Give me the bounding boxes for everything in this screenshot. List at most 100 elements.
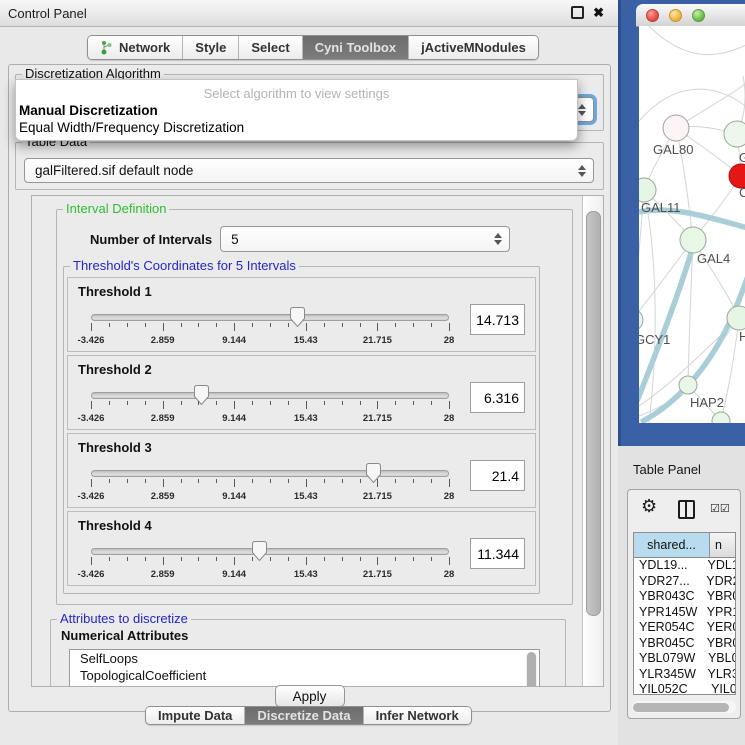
slider-tick <box>449 323 450 331</box>
attributes-group: Attributes to discretize Numerical Attri… <box>50 619 566 686</box>
threshold-slider[interactable]: -3.4262.8599.14415.4321.71528 <box>84 384 456 428</box>
threshold-box: Threshold 3 -3.4262.8599.14415.4321.7152… <box>67 433 536 508</box>
tab-cyni-toolbox[interactable]: Cyni Toolbox <box>302 36 408 59</box>
cell-name[interactable]: YBR0 <box>700 636 735 652</box>
tab-infer-network[interactable]: Infer Network <box>363 707 471 724</box>
table-horizontal-scrollbar[interactable] <box>632 701 736 713</box>
network-canvas[interactable]: GAL80GCGAL11GAL4GCY1HHAP2 <box>639 26 745 423</box>
cell-name[interactable]: YIL0 <box>704 682 735 695</box>
tab-style[interactable]: Style <box>182 36 238 59</box>
gear-icon[interactable]: ⚙ <box>641 496 657 517</box>
list-scrollbar[interactable] <box>526 652 537 686</box>
apply-button[interactable]: Apply <box>275 685 345 707</box>
network-node-gal80[interactable] <box>663 115 689 141</box>
table-row[interactable]: YER054CYER0 <box>634 620 735 636</box>
table-row[interactable]: YDR27...YDR2 <box>634 574 735 590</box>
table-horizontal-scrollbar-thumb[interactable] <box>633 703 729 712</box>
numerical-attribute-item[interactable]: TopologicalCoefficient <box>70 667 539 684</box>
slider-tick <box>288 479 289 483</box>
slider-tick <box>127 557 128 561</box>
table-row[interactable]: YIL052CYIL0 <box>634 682 735 695</box>
numerical-attribute-item[interactable]: SelfLoops <box>70 650 539 667</box>
network-node-gal4[interactable] <box>680 227 706 253</box>
cell-name[interactable]: YER0 <box>700 620 735 636</box>
cell-name[interactable]: YBL0 <box>701 651 735 667</box>
threshold-slider[interactable]: -3.4262.8599.14415.4321.71528 <box>84 540 456 584</box>
float-window-icon[interactable] <box>571 6 584 19</box>
network-node-gcy1[interactable] <box>639 309 643 331</box>
zoom-traffic-light-icon[interactable] <box>692 9 705 22</box>
number-of-intervals-combo[interactable]: 5 <box>220 226 510 252</box>
slider-track[interactable] <box>91 470 449 477</box>
cell-name[interactable]: YDR2 <box>699 574 735 590</box>
table-toolbar: ⚙ ☑☑ <box>628 490 740 530</box>
cell-shared-name[interactable]: YBR043C <box>634 589 700 605</box>
threshold-slider[interactable]: -3.4262.8599.14415.4321.71528 <box>84 306 456 350</box>
cell-shared-name[interactable]: YDL19... <box>634 558 701 574</box>
slider-track[interactable] <box>91 392 449 399</box>
numerical-attributes-list[interactable]: SelfLoopsTopologicalCoefficientBetweenne… <box>69 649 540 686</box>
network-window-titlebar[interactable] <box>636 4 745 27</box>
tab-network[interactable]: Network <box>88 36 182 59</box>
tab-select[interactable]: Select <box>238 36 301 59</box>
slider-tick <box>342 557 343 561</box>
network-node-g[interactable] <box>724 121 745 147</box>
table-row[interactable]: YBL079WYBL0 <box>634 651 735 667</box>
select-columns-checkboxes-icon[interactable]: ☑☑ <box>710 502 730 515</box>
threshold-value-field[interactable] <box>470 304 525 335</box>
table-row[interactable]: YLR345WYLR3 <box>634 667 735 683</box>
node-table[interactable]: shared... n YDL19...YDL1YDR27...YDR2YBR0… <box>633 532 736 695</box>
cell-shared-name[interactable]: YER054C <box>634 620 700 636</box>
slider-scale-label: 21.715 <box>363 335 392 346</box>
network-node-label: GCY1 <box>639 332 670 347</box>
table-row[interactable]: YDL19...YDL1 <box>634 558 735 574</box>
close-icon[interactable]: ✖ <box>593 6 604 19</box>
slider-tick <box>413 557 414 561</box>
slider-track[interactable] <box>91 314 449 321</box>
cell-name[interactable]: YBR0 <box>700 589 735 605</box>
cell-shared-name[interactable]: YDR27... <box>634 574 699 590</box>
cell-shared-name[interactable]: YBL079W <box>634 651 701 667</box>
table-row[interactable]: YPR145WYPR1 <box>634 605 735 621</box>
slider-tick <box>431 557 432 561</box>
table-panel-box: ⚙ ☑☑ shared... n YDL19...YDL1YDR27...YDR… <box>627 489 741 719</box>
threshold-value-field[interactable] <box>470 382 525 413</box>
column-header-name[interactable]: n <box>710 533 735 557</box>
slider-tick <box>216 557 217 561</box>
threshold-value-field[interactable] <box>470 538 525 569</box>
slider-tick <box>145 323 146 327</box>
slider-tick <box>198 479 199 483</box>
cell-shared-name[interactable]: YBR045C <box>634 636 700 652</box>
tab-network-label: Network <box>119 40 170 55</box>
table-row[interactable]: YBR045CYBR0 <box>634 636 735 652</box>
algorithm-option-equal-width[interactable]: Equal Width/Frequency Discretization <box>19 120 577 135</box>
table-data-combo[interactable]: galFiltered.sif default node <box>24 158 594 183</box>
slider-tick <box>377 323 378 331</box>
cell-name[interactable]: YPR1 <box>700 605 735 621</box>
columns-icon[interactable] <box>678 500 695 519</box>
cell-shared-name[interactable]: YIL052C <box>634 682 704 695</box>
slider-track[interactable] <box>91 548 449 555</box>
network-node-label: C <box>739 185 745 200</box>
table-row[interactable]: YBR043CYBR0 <box>634 589 735 605</box>
cell-name[interactable]: YLR3 <box>701 667 735 683</box>
cell-shared-name[interactable]: YLR345W <box>634 667 701 683</box>
algorithm-option-manual[interactable]: Manual Discretization <box>19 103 577 118</box>
minimize-traffic-light-icon[interactable] <box>669 9 682 22</box>
network-node-hap2[interactable] <box>679 376 697 394</box>
vertical-scrollbar[interactable] <box>582 196 603 686</box>
cell-shared-name[interactable]: YPR145W <box>634 605 700 621</box>
tab-impute-data[interactable]: Impute Data <box>146 707 244 724</box>
cell-name[interactable]: YDL1 <box>701 558 735 574</box>
threshold-value-field[interactable] <box>470 460 525 491</box>
close-traffic-light-icon[interactable] <box>646 9 659 22</box>
tab-jactivemnodules[interactable]: jActiveMNodules <box>408 36 538 59</box>
tab-discretize-data[interactable]: Discretize Data <box>244 707 362 724</box>
column-header-shared-name[interactable]: shared... <box>634 533 710 557</box>
slider-scale-label: 2.859 <box>151 491 175 502</box>
slider-scale-label: 15.43 <box>294 569 318 580</box>
threshold-slider[interactable]: -3.4262.8599.14415.4321.71528 <box>84 462 456 506</box>
slider-tick <box>181 479 182 483</box>
vertical-scrollbar-thumb[interactable] <box>586 211 601 616</box>
slider-tick <box>216 323 217 327</box>
